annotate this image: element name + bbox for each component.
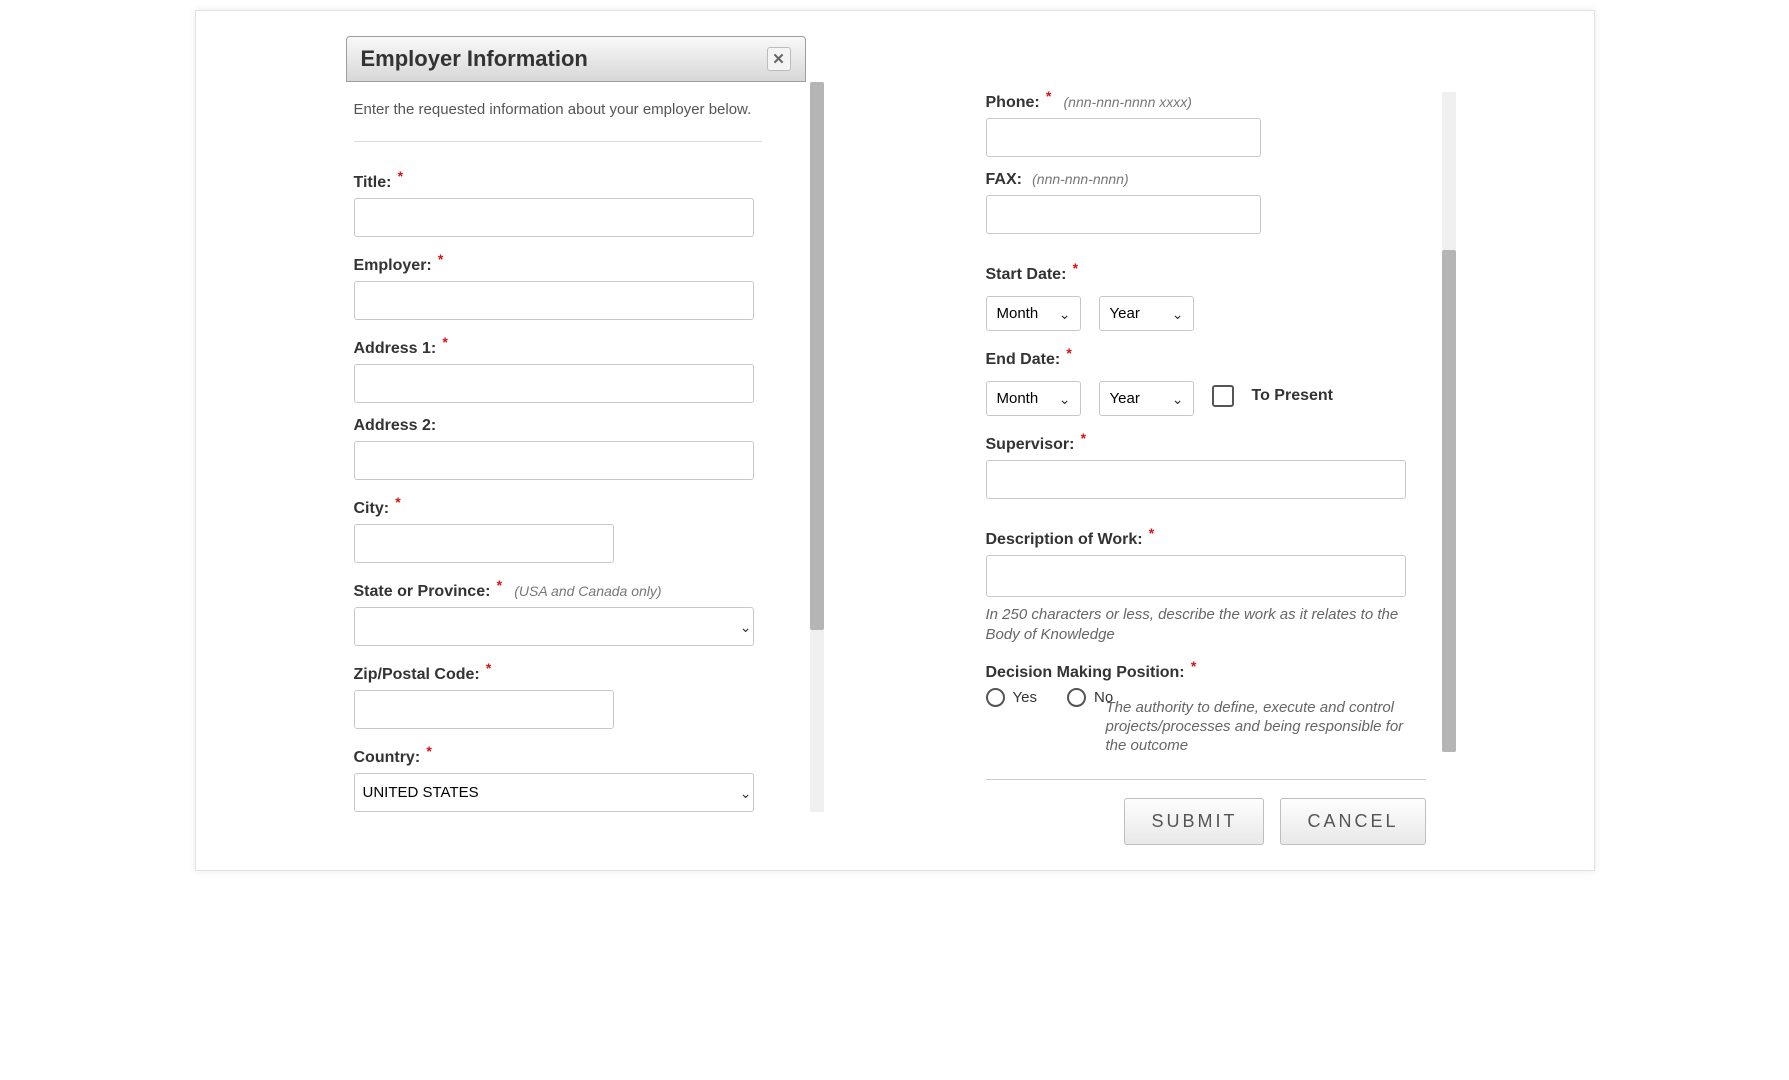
intro-text: Enter the requested information about yo… [354,96,762,123]
phone-label: Phone: [986,94,1040,111]
start-month-select[interactable]: Month [986,296,1081,331]
supervisor-input[interactable] [986,460,1406,499]
country-label: Country: [354,749,421,766]
required-star: * [442,334,447,350]
employer-input[interactable] [354,281,754,320]
zip-label: Zip/Postal Code: [354,666,480,683]
state-label: State or Province: [354,583,491,600]
scrollbar-left[interactable] [810,82,824,812]
end-year-select[interactable]: Year [1099,381,1194,416]
required-star: * [438,251,443,267]
dialog-employer-information: Employer Information ✕ Enter the request… [195,10,1595,871]
decision-yes-option[interactable]: Yes [986,688,1037,707]
required-star: * [497,577,502,593]
start-date-label: Start Date: [986,266,1067,283]
required-star: * [1081,430,1086,446]
end-date-label: End Date: [986,351,1061,368]
scrollbar-right[interactable] [1442,92,1456,752]
description-label: Description of Work: [986,531,1143,548]
zip-input[interactable] [354,690,614,729]
fax-label: FAX: [986,171,1022,188]
divider [354,141,762,142]
required-star: * [426,743,431,759]
decision-note: The authority to define, execute and con… [1106,699,1426,755]
to-present-checkbox[interactable] [1212,385,1234,407]
decision-label: Decision Making Position: [986,664,1185,681]
required-star: * [1149,525,1154,541]
left-column: Employer Information ✕ Enter the request… [346,36,806,845]
employer-label: Employer: [354,257,432,274]
close-icon[interactable]: ✕ [767,47,791,71]
address2-input[interactable] [354,441,754,480]
state-hint: (USA and Canada only) [514,583,661,599]
required-star: * [1046,88,1051,104]
city-input[interactable] [354,524,614,563]
required-star: * [486,660,491,676]
radio-icon [1067,688,1086,707]
phone-input[interactable] [986,118,1261,157]
supervisor-label: Supervisor: [986,436,1075,453]
left-scroll-area: Enter the requested information about yo… [346,82,806,812]
title-input[interactable] [354,198,754,237]
cancel-button[interactable]: CANCEL [1280,798,1425,845]
fax-hint: (nnn-nnn-nnnn) [1032,171,1129,187]
address1-input[interactable] [354,364,754,403]
fax-input[interactable] [986,195,1261,234]
to-present-label: To Present [1252,387,1334,405]
required-star: * [1073,260,1078,276]
radio-icon [986,688,1005,707]
city-label: City: [354,500,390,517]
required-star: * [1066,345,1071,361]
dialog-header: Employer Information ✕ [346,36,806,82]
yes-label: Yes [1013,689,1037,706]
required-star: * [398,168,403,184]
address1-label: Address 1: [354,340,437,357]
button-row: SUBMIT CANCEL [986,779,1426,845]
required-star: * [1191,658,1196,674]
right-column: Phone: * (nnn-nnn-nnnn xxxx) FAX: (nnn-n… [986,36,1426,845]
description-note: In 250 characters or less, describe the … [986,605,1406,644]
title-label: Title: [354,174,392,191]
country-select[interactable]: UNITED STATES [354,773,754,812]
start-year-select[interactable]: Year [1099,296,1194,331]
phone-hint: (nnn-nnn-nnnn xxxx) [1064,94,1192,110]
end-month-select[interactable]: Month [986,381,1081,416]
dialog-title: Employer Information [361,46,588,72]
submit-button[interactable]: SUBMIT [1124,798,1264,845]
state-select[interactable] [354,607,754,646]
required-star: * [395,494,400,510]
address2-label: Address 2: [354,417,437,434]
description-input[interactable] [986,555,1406,597]
